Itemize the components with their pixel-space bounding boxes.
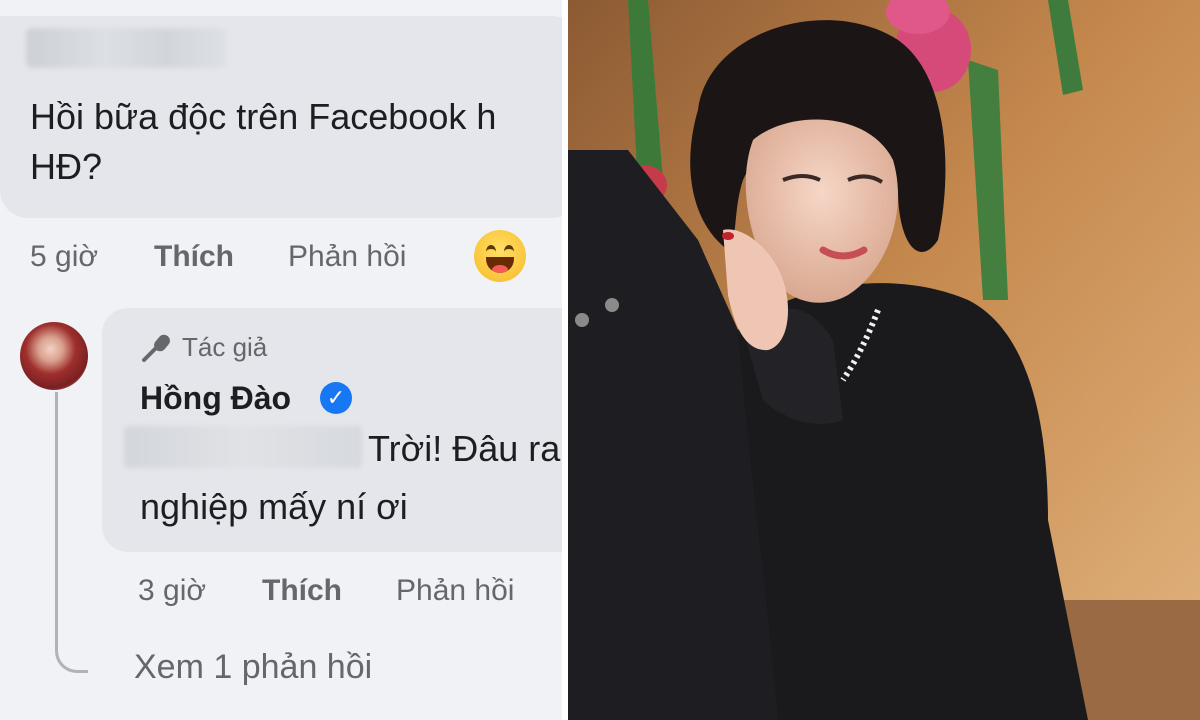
verified-badge-icon: ✓ (320, 382, 352, 414)
microphone-icon (142, 334, 170, 362)
reply-like-button[interactable]: Thích (262, 574, 342, 608)
reply-text-line1: Trời! Đâu ra (368, 428, 561, 469)
haha-emoji-icon[interactable] (474, 230, 526, 282)
avatar[interactable] (20, 322, 88, 390)
like-button[interactable]: Thích (154, 240, 234, 274)
author-badge-label: Tác giả (182, 332, 268, 362)
comment-thread-screenshot: Hồi bữa độc trên Facebook h HĐ? 5 giờ Th… (0, 0, 562, 720)
comment-text: Hồi bữa độc trên Facebook h HĐ? (30, 96, 497, 187)
portrait-illustration (568, 0, 1200, 720)
thread-connector-line (55, 392, 88, 673)
comment-timestamp: 5 giờ (30, 240, 99, 273)
reply-button[interactable]: Phản hồi (288, 240, 406, 274)
portrait-photo (568, 0, 1200, 720)
reply-timestamp: 3 giờ (138, 574, 207, 607)
reply-text-line2: nghiệp mấy ní ơi (140, 486, 408, 527)
author-name[interactable]: Hồng Đào (140, 380, 291, 417)
blurred-mention (124, 426, 362, 468)
reply-reply-button[interactable]: Phản hồi (396, 574, 514, 608)
blurred-commenter-name (26, 28, 226, 68)
view-replies-link[interactable]: Xem 1 phản hồi (134, 648, 372, 687)
